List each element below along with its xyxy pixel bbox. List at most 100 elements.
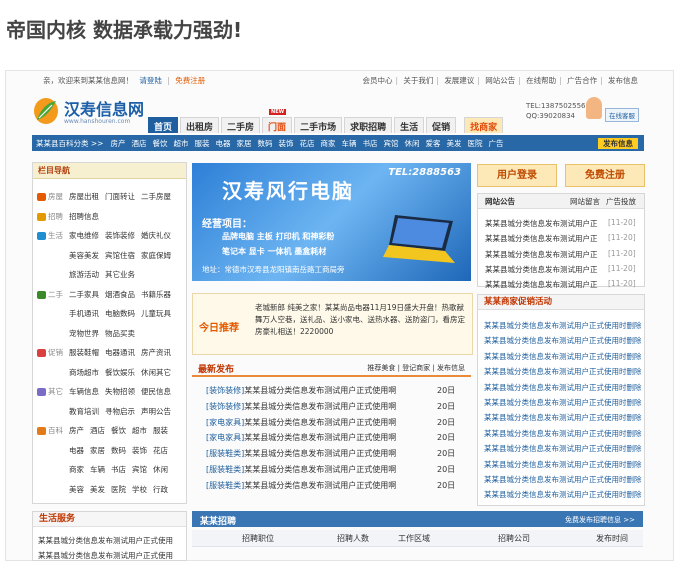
list-item[interactable]: 某某县城分类信息发布测试用户正 [11-20] (485, 249, 636, 260)
category-link[interactable]: 美发 (446, 138, 461, 149)
list-item[interactable]: 某某县城分类信息发布测试用户正式使用时删除 (484, 428, 642, 439)
list-item[interactable]: 某某县城分类信息发布测试用户正式使用时删除 (484, 366, 642, 377)
nav-tab-merchants[interactable]: 找商家 (464, 117, 504, 133)
register-link[interactable]: 免费注册 (175, 76, 205, 85)
category-link[interactable]: 美容美发 (69, 251, 99, 260)
category-link[interactable]: 书籍乐器 (141, 290, 171, 299)
category-link[interactable]: 失物招领 (105, 387, 135, 396)
list-item[interactable]: 某某县城分类信息发布测试用户正式使用时删除 (484, 335, 642, 346)
category-link[interactable]: 餐饮娱乐 (105, 368, 135, 377)
category-link[interactable]: 书店 (111, 465, 126, 474)
category-link[interactable]: 医院 (111, 485, 126, 494)
category-link[interactable]: 花店 (299, 138, 314, 149)
nav-tab-home[interactable]: 首页 (148, 117, 179, 133)
list-item[interactable]: 某某县城分类信息发布测试用户正式使用时删除 (484, 443, 642, 454)
nav-tab-shopfront[interactable]: NEW 门面 (262, 109, 293, 133)
top-link-notice[interactable]: 网站公告 (485, 76, 515, 85)
category-link[interactable]: 书店 (362, 138, 377, 149)
user-register-button[interactable]: 免费注册 (565, 164, 645, 187)
category-link[interactable]: 服装 (153, 426, 168, 435)
online-service-button[interactable]: 在线客服 (605, 108, 639, 122)
nav-tab-promo[interactable]: 促销 (426, 117, 457, 133)
category-link[interactable]: 商家 (320, 138, 335, 149)
list-item[interactable]: 某某县城分类信息发布测试用户正式使用时删除 (484, 320, 642, 331)
category-link[interactable]: 教育培训 (69, 407, 99, 416)
list-item[interactable]: 某某县城分类信息发布测试用户正 [11-20] (485, 218, 636, 229)
category-link[interactable]: 车辆 (90, 465, 105, 474)
list-item[interactable]: 某某县城分类信息发布测试用户正式使用时删除 (484, 382, 642, 393)
category-link[interactable]: 装饰装修 (105, 231, 135, 240)
site-logo[interactable]: 汉寿信息网 www.hanshouren.com (32, 96, 162, 128)
category-link[interactable]: 数码 (111, 446, 126, 455)
category-link[interactable]: 超市 (173, 138, 188, 149)
list-item[interactable]: 某某县城分类信息发布测试用户正 [11-20] (485, 264, 636, 275)
category-link[interactable]: 声明公告 (141, 407, 171, 416)
category-link[interactable]: 电器通讯 (105, 348, 135, 357)
list-item[interactable]: [服装鞋类]某某县城分类信息发布测试用户正式使用啊 20日 (206, 480, 455, 491)
list-item[interactable]: 某某县城分类信息发布测试用户正式使用 (38, 550, 173, 561)
category-link[interactable]: 房产 (69, 426, 84, 435)
user-login-button[interactable]: 用户登录 (477, 164, 557, 187)
top-link-member[interactable]: 会员中心 (362, 76, 392, 85)
category-link[interactable]: 装饰 (278, 138, 293, 149)
category-link[interactable]: 休闲 (153, 465, 168, 474)
category-link[interactable]: 烟酒食品 (105, 290, 135, 299)
list-item[interactable]: [家电家具]某某县城分类信息发布测试用户正式使用啊 20日 (206, 432, 455, 443)
category-link[interactable]: 宾馆 (383, 138, 398, 149)
category-link[interactable]: 婚庆礼仪 (141, 231, 171, 240)
category-link[interactable]: 物品买卖 (105, 329, 135, 338)
category-link[interactable]: 寻物启示 (105, 407, 135, 416)
category-link[interactable]: 招聘信息 (69, 212, 99, 221)
category-link[interactable]: 休闲 (404, 138, 419, 149)
list-item[interactable]: 某某县城分类信息发布测试用户正式使用时删除 (484, 459, 642, 470)
category-link[interactable]: 医院 (467, 138, 482, 149)
nav-tab-jobs[interactable]: 求职招聘 (344, 117, 393, 133)
category-link[interactable]: 服装鞋帽 (69, 348, 99, 357)
category-link[interactable]: 家居 (236, 138, 251, 149)
category-link[interactable]: 商场超市 (69, 368, 99, 377)
latest-link-merchant[interactable]: 登记商家 (402, 364, 430, 372)
category-link[interactable]: 车辆信息 (69, 387, 99, 396)
category-link[interactable]: 学校 (132, 485, 147, 494)
tab-notice[interactable]: 网站公告 (485, 196, 515, 207)
list-item[interactable]: 某某县城分类信息发布测试用户正式使用时删除 (484, 412, 642, 423)
list-item[interactable]: 某某县城分类信息发布测试用户正 [11-20] (485, 279, 636, 290)
category-link[interactable]: 宠物世界 (69, 329, 99, 338)
category-link[interactable]: 电脑数码 (105, 309, 135, 318)
top-link-publish[interactable]: 发布信息 (608, 76, 638, 85)
category-link[interactable]: 爱客 (425, 138, 440, 149)
category-link[interactable]: 电器 (69, 446, 84, 455)
category-link[interactable]: 家庭保姆 (141, 251, 171, 260)
category-link[interactable]: 便民信息 (141, 387, 171, 396)
list-item[interactable]: [家电家具]某某县城分类信息发布测试用户正式使用啊 20日 (206, 417, 455, 428)
category-link[interactable]: 数码 (257, 138, 272, 149)
recommend-text[interactable]: 老城新郎 纯美之家！某某尚品电器11月19日盛大开盘！热歌献舞万人空巷，送礼品、… (255, 302, 465, 338)
list-item[interactable]: 某某县城分类信息发布测试用户正式使用时删除 (484, 474, 642, 485)
category-link[interactable]: 其它业务 (105, 270, 135, 279)
top-link-ads[interactable]: 广告合作 (567, 76, 597, 85)
category-link[interactable]: 儿童玩具 (141, 309, 171, 318)
nav-tab-second-house[interactable]: 二手房 (221, 117, 261, 133)
category-link[interactable]: 餐饮 (152, 138, 167, 149)
tab-message[interactable]: 网站留言 (570, 196, 600, 207)
latest-link-food[interactable]: 推荐美食 (367, 364, 395, 372)
category-link[interactable]: 装饰 (132, 446, 147, 455)
category-link[interactable]: 二手房屋 (141, 192, 171, 201)
category-link[interactable]: 房产资讯 (141, 348, 171, 357)
category-link[interactable]: 房屋出租 (69, 192, 99, 201)
category-link[interactable]: 行政 (153, 485, 168, 494)
category-link[interactable]: 电器 (215, 138, 230, 149)
category-link[interactable]: 酒店 (90, 426, 105, 435)
category-link[interactable]: 广告 (488, 138, 503, 149)
top-link-about[interactable]: 关于我们 (403, 76, 433, 85)
list-item[interactable]: 某某县城分类信息发布测试用户正式使用 (38, 535, 173, 546)
latest-link-publish[interactable]: 发布信息 (437, 364, 465, 372)
category-link[interactable]: 门面转让 (105, 192, 135, 201)
category-link[interactable]: 房产 (110, 138, 125, 149)
top-link-help[interactable]: 在线帮助 (526, 76, 556, 85)
publish-info-button[interactable]: 发布信息 (598, 137, 638, 149)
category-link[interactable]: 宾馆住宿 (105, 251, 135, 260)
category-link[interactable]: 花店 (153, 446, 168, 455)
nav-tab-rent[interactable]: 出租房 (180, 117, 220, 133)
category-link[interactable]: 二手家具 (69, 290, 99, 299)
